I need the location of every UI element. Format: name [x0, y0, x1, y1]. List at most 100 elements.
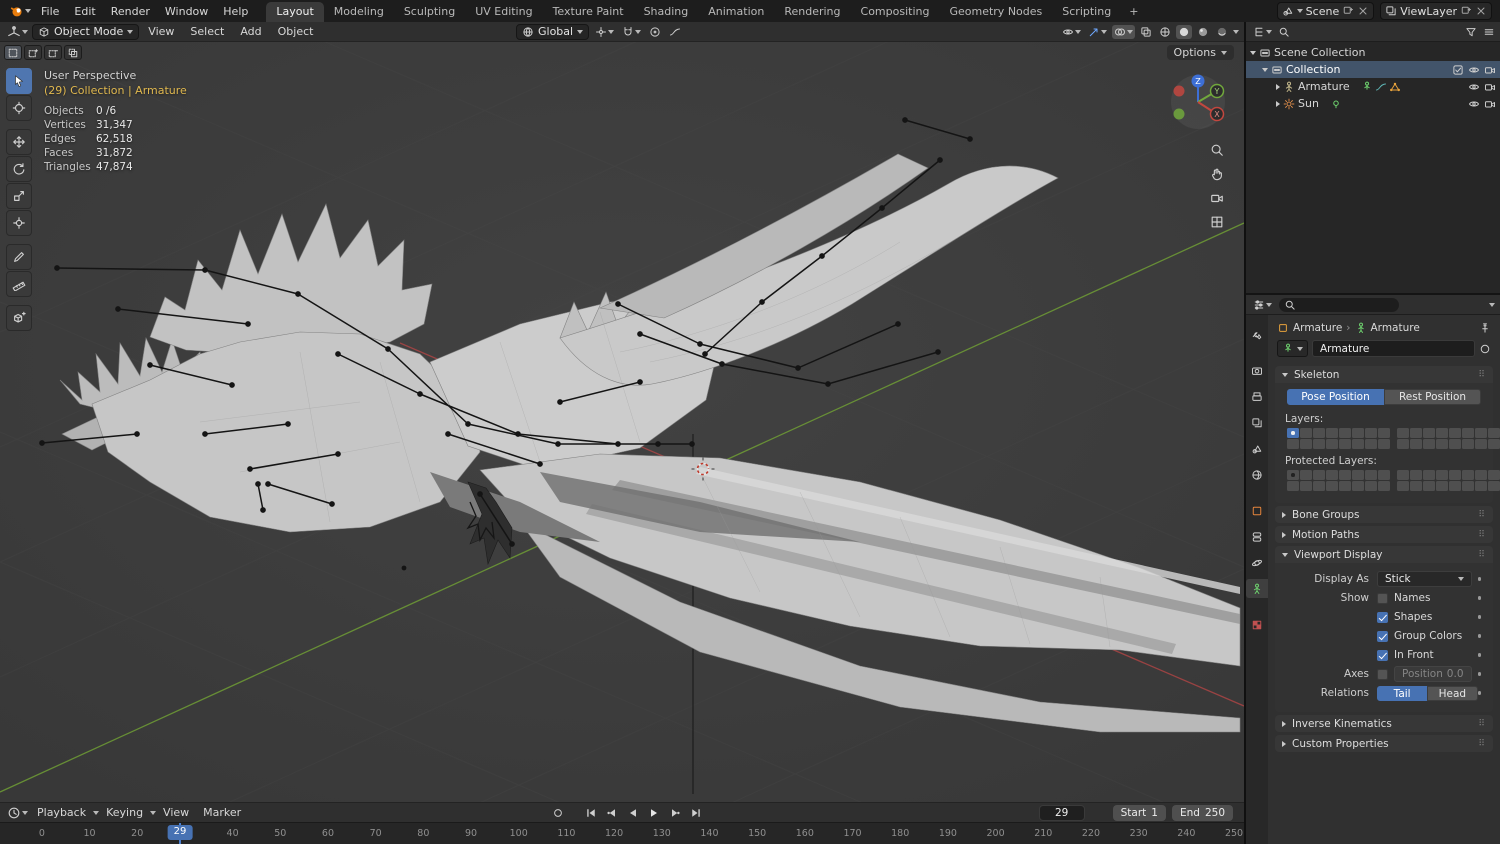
timeline-editor-type-button[interactable]: [5, 805, 30, 821]
pin-icon[interactable]: [1479, 322, 1491, 334]
layer-toggle[interactable]: [1423, 481, 1435, 491]
layer-toggle[interactable]: [1462, 428, 1474, 438]
layer-toggle[interactable]: [1449, 428, 1461, 438]
tab-layout[interactable]: Layout: [266, 2, 324, 22]
tab-modeling[interactable]: Modeling: [324, 2, 394, 22]
axes-position-slider[interactable]: Position 0.0: [1394, 666, 1472, 682]
tab-view-layer[interactable]: [1246, 413, 1268, 432]
disclosure-triangle-icon[interactable]: [1250, 50, 1256, 55]
layer-toggle[interactable]: [1300, 439, 1312, 449]
layer-toggle[interactable]: [1410, 428, 1422, 438]
remove-viewlayer-icon[interactable]: [1475, 5, 1487, 17]
layer-toggle[interactable]: [1352, 481, 1364, 491]
section-grip[interactable]: ⠿: [1478, 530, 1486, 540]
layer-toggle[interactable]: [1339, 481, 1351, 491]
zoom-view-button[interactable]: [1207, 140, 1227, 160]
tab-output[interactable]: [1246, 387, 1268, 406]
new-viewlayer-icon[interactable]: [1460, 5, 1472, 17]
animate-dot[interactable]: [1477, 615, 1481, 619]
menu-marker[interactable]: Marker: [196, 804, 248, 821]
tab-render[interactable]: [1246, 361, 1268, 380]
layer-toggle[interactable]: [1475, 439, 1487, 449]
layer-toggle[interactable]: [1475, 481, 1487, 491]
light-data-icon[interactable]: [1330, 98, 1342, 110]
mesh-data-icon[interactable]: [1389, 81, 1401, 93]
show-overlays-toggle[interactable]: [1112, 24, 1135, 39]
tab-geometry-nodes[interactable]: Geometry Nodes: [939, 2, 1052, 22]
play-button[interactable]: [645, 805, 662, 820]
exclude-checkbox-icon[interactable]: [1452, 64, 1464, 76]
layer-toggle[interactable]: [1378, 470, 1390, 480]
section-grip[interactable]: ⠿: [1478, 719, 1486, 729]
tab-compositing[interactable]: Compositing: [851, 2, 940, 22]
layer-toggle[interactable]: [1352, 428, 1364, 438]
layer-toggle[interactable]: [1449, 439, 1461, 449]
layer-toggle[interactable]: [1462, 470, 1474, 480]
snap-toggle[interactable]: [620, 25, 643, 39]
disclosure-triangle-icon[interactable]: [1276, 83, 1280, 90]
blender-logo-menu[interactable]: [8, 3, 33, 19]
layer-toggle[interactable]: [1436, 470, 1448, 480]
pose-position-button[interactable]: Pose Position: [1287, 389, 1384, 405]
rotate-tool[interactable]: [6, 156, 32, 182]
animate-dot[interactable]: [1477, 596, 1481, 600]
animate-dot[interactable]: [1477, 634, 1481, 638]
layer-toggle[interactable]: [1365, 481, 1377, 491]
menu-keying[interactable]: Keying: [99, 804, 150, 821]
shading-material-button[interactable]: [1195, 25, 1211, 39]
section-inverse-kinematics[interactable]: Inverse Kinematics ⠿: [1275, 715, 1493, 732]
tab-constraints[interactable]: [1246, 527, 1268, 546]
navigation-gizmo[interactable]: Z Y X: [1170, 72, 1230, 132]
disable-render-camera-icon[interactable]: [1484, 64, 1496, 76]
hide-eye-icon[interactable]: [1468, 81, 1480, 93]
disclosure-triangle-icon[interactable]: [1276, 100, 1280, 107]
tab-tool[interactable]: [1246, 325, 1268, 344]
show-gizmos-toggle[interactable]: [1086, 25, 1109, 39]
tab-sculpting[interactable]: Sculpting: [394, 2, 465, 22]
layer-toggle[interactable]: [1352, 470, 1364, 480]
head-button[interactable]: Head: [1427, 685, 1478, 701]
layer-toggle[interactable]: [1397, 481, 1409, 491]
layer-toggle[interactable]: [1326, 439, 1338, 449]
object-visibility-select[interactable]: [1060, 25, 1083, 39]
shading-dropdown-chevron[interactable]: [1233, 29, 1239, 34]
layer-toggle[interactable]: [1423, 428, 1435, 438]
disclosure-triangle-icon[interactable]: [1262, 67, 1268, 72]
shapes-checkbox[interactable]: [1377, 611, 1388, 623]
next-keyframe-button[interactable]: [666, 805, 683, 820]
select-mode-extend-button[interactable]: [24, 45, 42, 60]
shading-solid-button[interactable]: [1176, 24, 1192, 39]
layer-toggle[interactable]: [1475, 428, 1487, 438]
tab-shading[interactable]: Shading: [634, 2, 699, 22]
menu-edit[interactable]: Edit: [67, 3, 102, 20]
tail-button[interactable]: Tail: [1377, 685, 1428, 701]
transform-orientation-select[interactable]: Global: [516, 23, 590, 40]
auto-keying-toggle[interactable]: [549, 805, 566, 820]
display-options-icon[interactable]: [1483, 26, 1495, 38]
menu-help[interactable]: Help: [216, 3, 255, 20]
menu-add[interactable]: Add: [233, 23, 268, 40]
outliner-row-collection[interactable]: Collection: [1246, 61, 1500, 78]
layer-toggle[interactable]: [1488, 439, 1500, 449]
shading-rendered-button[interactable]: [1214, 25, 1230, 39]
layer-toggle[interactable]: [1410, 470, 1422, 480]
current-frame-field[interactable]: 29: [1038, 804, 1085, 821]
shading-wireframe-button[interactable]: [1157, 25, 1173, 39]
timeline-ruler[interactable]: 0102030405060708090100110120130140150160…: [0, 822, 1244, 844]
menu-render[interactable]: Render: [104, 3, 157, 20]
display-as-dropdown[interactable]: Stick: [1377, 571, 1472, 587]
cursor-tool[interactable]: [6, 95, 32, 121]
layer-toggle[interactable]: [1378, 439, 1390, 449]
animation-data-icon[interactable]: [1375, 81, 1387, 93]
layer-toggle[interactable]: [1313, 439, 1325, 449]
layer-toggle[interactable]: [1449, 481, 1461, 491]
previous-keyframe-button[interactable]: [603, 805, 620, 820]
layer-toggle[interactable]: [1397, 439, 1409, 449]
transform-tool[interactable]: [6, 210, 32, 236]
animate-dot[interactable]: [1477, 653, 1481, 657]
rest-position-button[interactable]: Rest Position: [1384, 389, 1481, 405]
mode-select[interactable]: Object Mode: [32, 23, 140, 40]
move-tool[interactable]: [6, 129, 32, 155]
layer-toggle[interactable]: [1462, 439, 1474, 449]
layer-toggle[interactable]: [1300, 470, 1312, 480]
